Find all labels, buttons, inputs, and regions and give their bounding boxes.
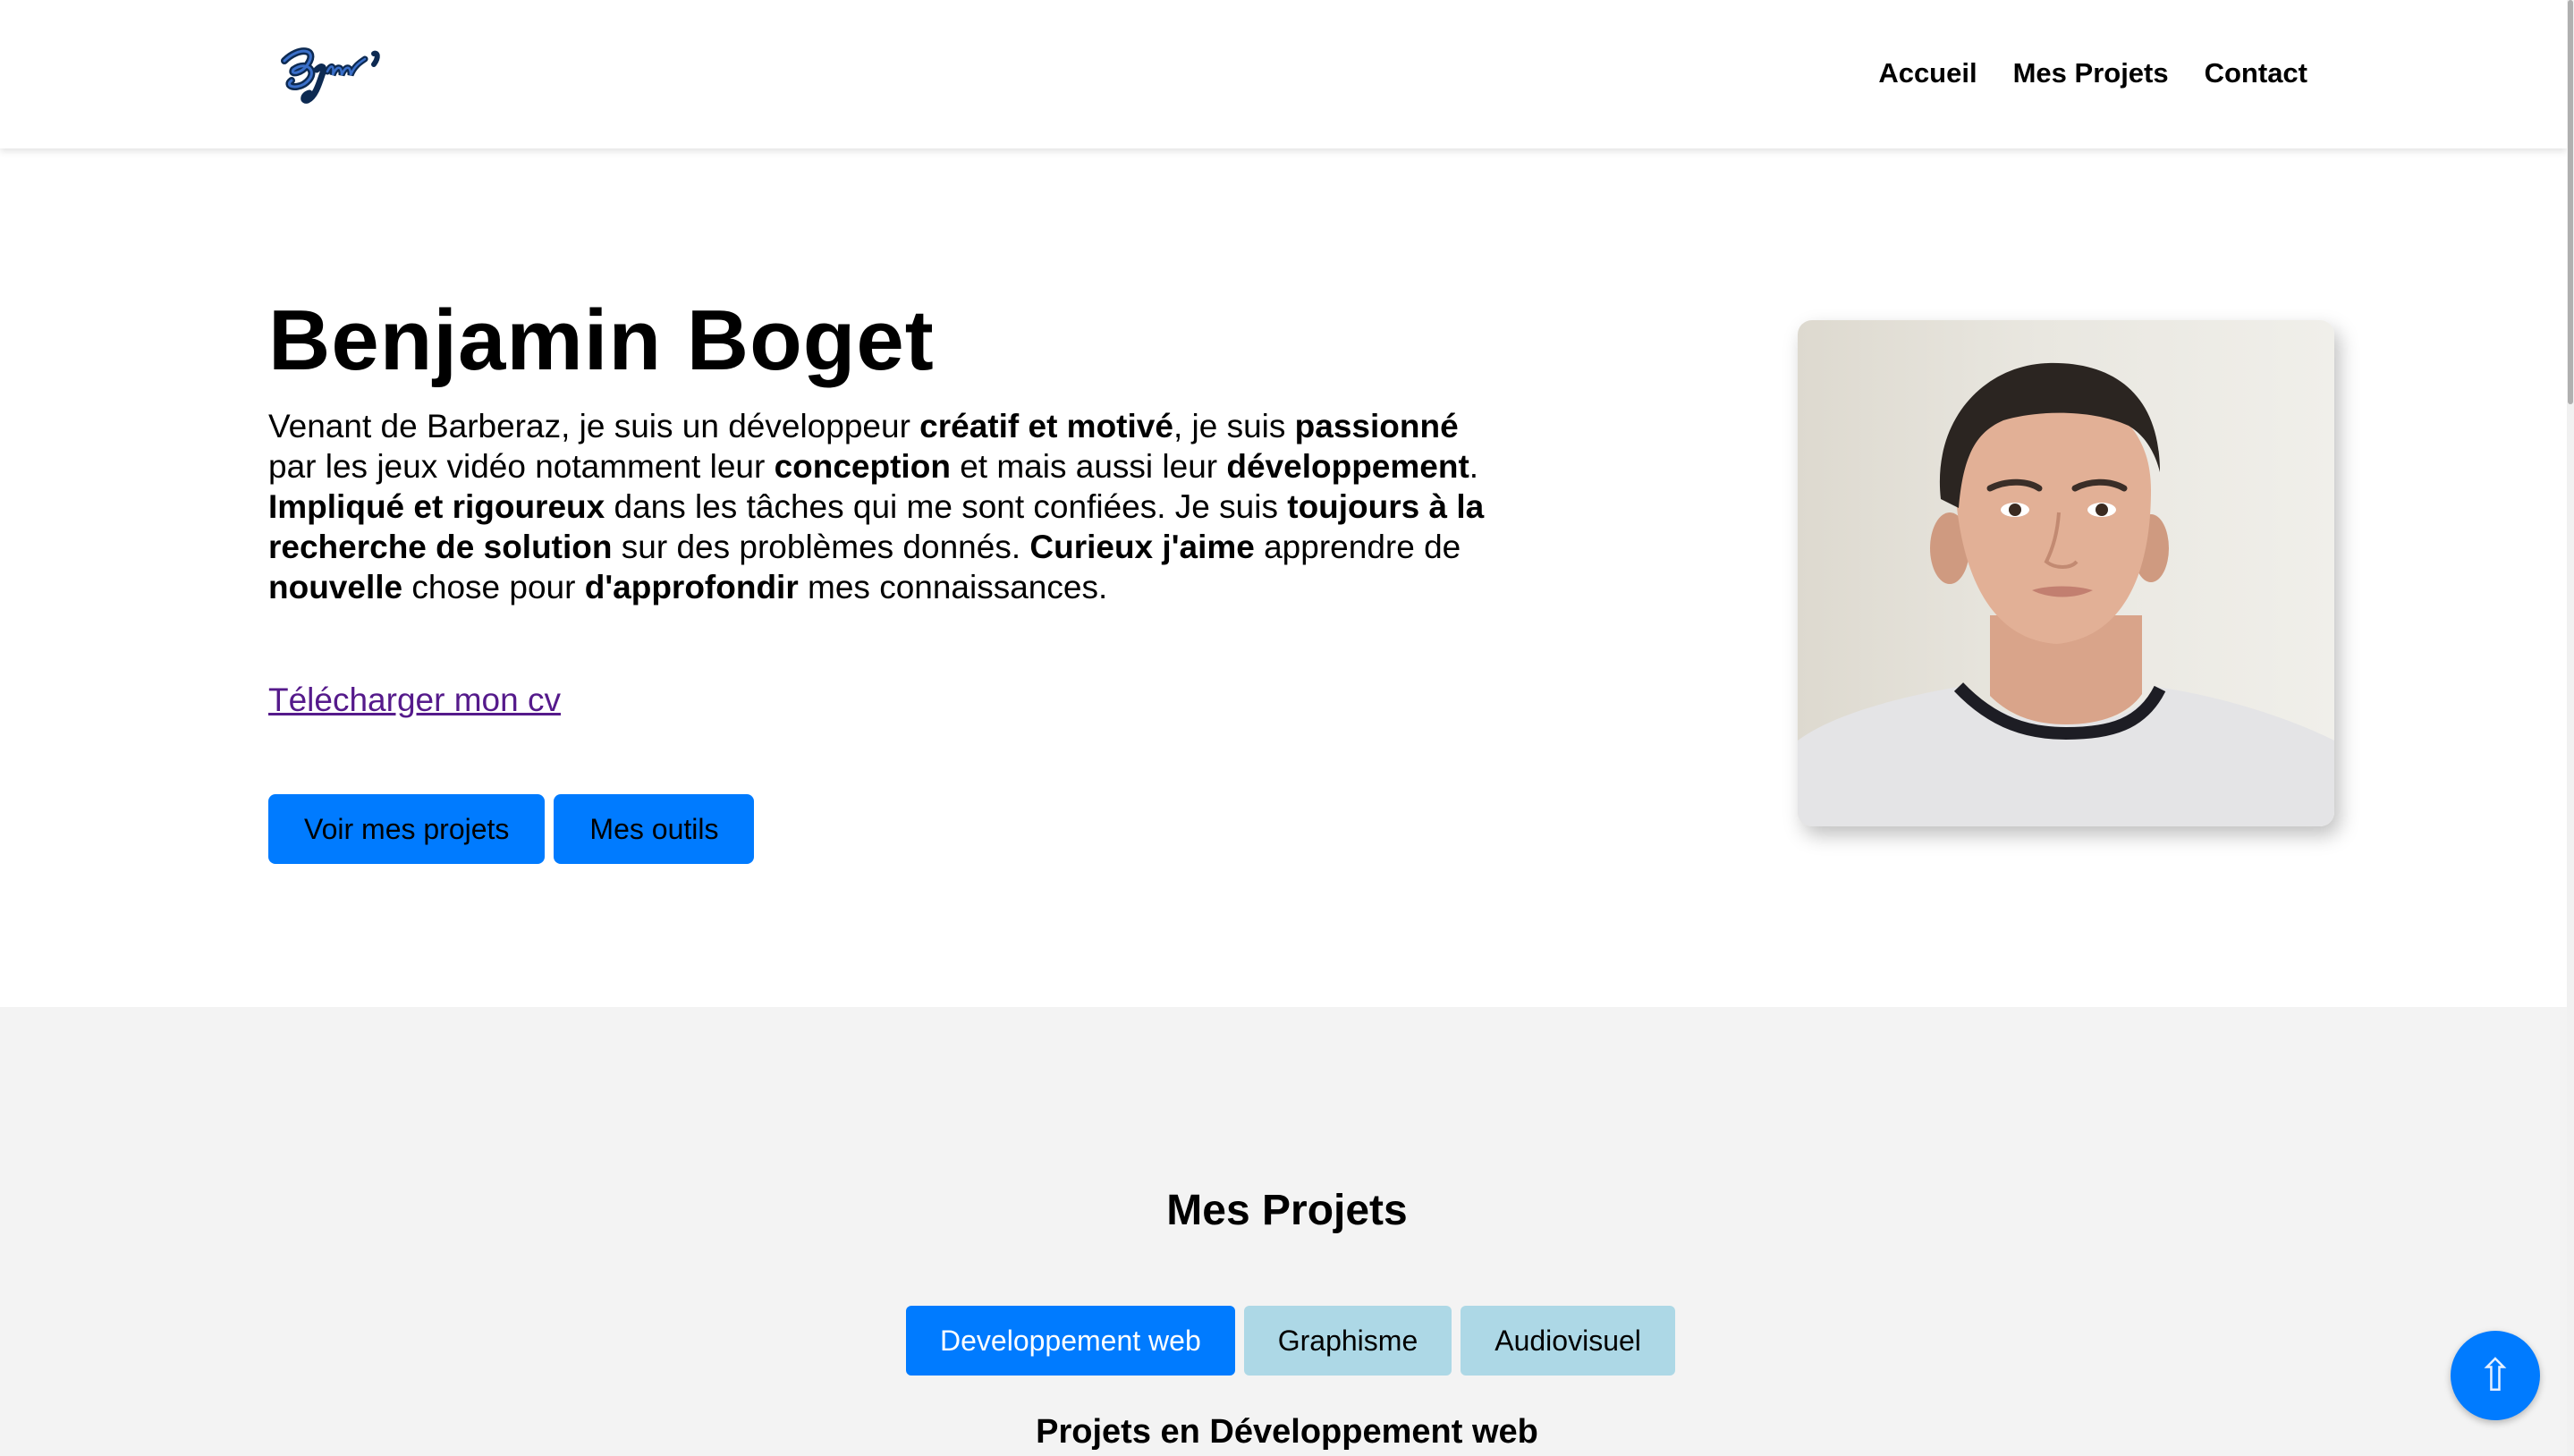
tab-audiovisuel[interactable]: Audiovisuel (1461, 1306, 1675, 1376)
bio-text: dans les tâches qui me sont confiées. Je… (605, 488, 1288, 525)
bio-text: apprendre de (1254, 529, 1461, 565)
hero-buttons: Voir mes projets Mes outils (268, 794, 755, 864)
signature-logo-icon[interactable] (272, 34, 390, 114)
nav-link-mes-projets[interactable]: Mes Projets (2013, 54, 2169, 93)
bio-emphasis: Impliqué et rigoureux (268, 488, 605, 525)
bio-text: chose pour (402, 569, 585, 605)
bio-text: sur des problèmes donnés. (612, 529, 1030, 565)
bio-text: par les jeux vidéo notamment leur (268, 448, 775, 485)
bio-emphasis: d'approfondir (584, 569, 799, 605)
nav-link-accueil[interactable]: Accueil (1878, 54, 1977, 93)
nav-link-contact[interactable]: Contact (2205, 54, 2307, 93)
bio-emphasis: passionné (1294, 408, 1459, 444)
tab-graphisme[interactable]: Graphisme (1243, 1306, 1452, 1376)
my-tools-button[interactable]: Mes outils (554, 794, 755, 864)
view-projects-button[interactable]: Voir mes projets (268, 794, 546, 864)
download-cv-link[interactable]: Télécharger mon cv (268, 680, 561, 720)
portrait-illustration (1798, 362, 2334, 826)
portrait-photo (1798, 320, 2334, 826)
bio-paragraph: Venant de Barberaz, je suis un développe… (268, 406, 1494, 607)
projects-tabs: Developpement web Graphisme Audiovisuel (906, 1306, 1675, 1376)
scrollbar-thumb[interactable] (2568, 0, 2573, 404)
site-header: Accueil Mes Projets Contact (0, 0, 2567, 148)
bio-text: , je suis (1173, 408, 1295, 444)
bio-emphasis: Curieux j'aime (1029, 529, 1255, 565)
arrow-up-icon: ⇧ (2477, 1350, 2514, 1401)
projects-heading: Mes Projets (1166, 1187, 1408, 1234)
bio-emphasis: créatif et motivé (919, 408, 1173, 444)
bio-text: Venant de Barberaz, je suis un développe… (268, 408, 920, 444)
projects-section: Mes Projets Developpement web Graphisme … (0, 1007, 2567, 1456)
main-nav: Accueil Mes Projets Contact (1878, 54, 2307, 93)
page-title: Benjamin Boget (268, 292, 935, 388)
bio-emphasis: développement (1226, 448, 1469, 485)
bio-text: mes connaissances. (798, 569, 1108, 605)
page-scrollbar[interactable] (2567, 0, 2574, 1456)
hero-section: Benjamin Boget Venant de Barberaz, je su… (0, 148, 2567, 1007)
bio-text: . (1469, 448, 1479, 485)
back-to-top-button[interactable]: ⇧ (2451, 1331, 2540, 1420)
projects-subheading: Projets en Développement web (1036, 1413, 1538, 1451)
bio-text: et mais aussi leur (950, 448, 1227, 485)
bio-emphasis: nouvelle (268, 569, 403, 605)
bio-emphasis: conception (774, 448, 951, 485)
tab-developpement-web[interactable]: Developpement web (906, 1306, 1235, 1376)
